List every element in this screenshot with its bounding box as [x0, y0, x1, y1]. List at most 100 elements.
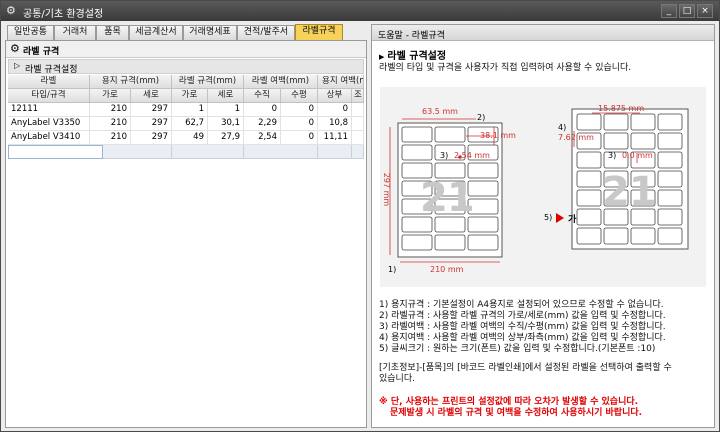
- grid-cell[interactable]: 30,1: [208, 117, 244, 131]
- new-row-cell[interactable]: [172, 145, 244, 159]
- label-cell: [630, 113, 656, 131]
- new-row-cell[interactable]: [318, 145, 352, 159]
- title-bar: ⚙ 공통/기초 환경설정 _ □ ×: [1, 1, 719, 21]
- new-row-cell[interactable]: [244, 145, 318, 159]
- label-cell: [603, 113, 629, 131]
- new-row-cell[interactable]: [103, 145, 172, 159]
- grid-cell[interactable]: 1: [172, 103, 208, 117]
- grid-cell[interactable]: 62,7: [172, 117, 208, 131]
- grid-cell[interactable]: 10,8: [318, 117, 352, 131]
- grid-group-header: 라벨: [8, 75, 90, 89]
- label-cell: [657, 151, 683, 169]
- tab-label-spec[interactable]: 라벨규격: [295, 24, 343, 40]
- maximize-button[interactable]: □: [679, 4, 695, 18]
- grid-cell[interactable]: 0: [281, 103, 318, 117]
- dim-label-gap-right: 0.0 mm: [622, 151, 653, 160]
- label-cell: [657, 113, 683, 131]
- grid-group-header: 용지 규격(mm): [90, 75, 172, 89]
- grid-cell[interactable]: 297: [131, 103, 172, 117]
- label-cell: [401, 234, 433, 251]
- grid-cell[interactable]: 210: [90, 103, 131, 117]
- settings-window: ⚙ 공통/기초 환경설정 _ □ × 일반공통 거래처 품목 세금계산서 거래명…: [0, 0, 720, 432]
- grid-cell[interactable]: 0: [281, 117, 318, 131]
- tab-quote-order[interactable]: 견적/발주서: [237, 25, 295, 40]
- label-count-left: 21: [420, 175, 475, 221]
- label-cell: [603, 227, 629, 245]
- grid-column-header[interactable]: 가로: [172, 89, 208, 103]
- new-row-cell[interactable]: [352, 145, 364, 159]
- expand-arrow-icon: ▷: [14, 61, 21, 70]
- help-panel: 도움말 - 라벨규격 ▶ 라벨 규격설정 라벨의 타입 및 규격을 사용자가 직접…: [371, 24, 715, 428]
- section-title: 라벨 규격: [23, 47, 60, 57]
- new-row-input[interactable]: [8, 145, 103, 159]
- help-header: 도움말 - 라벨규격: [372, 25, 714, 41]
- grid-cell[interactable]: 12111: [8, 103, 90, 117]
- dim-label-height: 38.1 mm: [480, 131, 516, 140]
- grid-column-header[interactable]: 세로: [208, 89, 244, 103]
- subsection-header[interactable]: ▷ 라벨 규격설정: [8, 59, 364, 75]
- label-count-right: 21: [602, 169, 657, 215]
- tab-items[interactable]: 품목: [96, 25, 129, 40]
- label-cell: [630, 132, 656, 150]
- grid-cell[interactable]: 210: [90, 117, 131, 131]
- grid-cell[interactable]: 1: [208, 103, 244, 117]
- minimize-button[interactable]: _: [661, 4, 677, 18]
- label-cell: [576, 189, 602, 207]
- grid-cell[interactable]: 0: [244, 103, 281, 117]
- tab-statement[interactable]: 거래명세표: [183, 25, 237, 40]
- grid-column-header[interactable]: 조: [352, 89, 364, 103]
- grid-column-header[interactable]: 상부: [318, 89, 352, 103]
- grid-column-header[interactable]: 타입/규격: [8, 89, 90, 103]
- grid-cell[interactable]: 2,29: [244, 117, 281, 131]
- grid-cell[interactable]: AnyLabel V3350: [8, 117, 90, 131]
- help-intro: 라벨의 타입 및 규격을 사용자가 직접 입력하여 사용할 수 있습니다.: [379, 63, 632, 73]
- grid-column-header[interactable]: 수직: [244, 89, 281, 103]
- marker-4: 4): [558, 123, 567, 132]
- font-sample: 가: [568, 215, 577, 225]
- close-button[interactable]: ×: [697, 4, 713, 18]
- help-title-text: 라벨 규격설정: [387, 51, 447, 62]
- gear-icon: ⚙: [6, 4, 16, 17]
- dim-label-width: 63.5 mm: [422, 107, 458, 116]
- grid-group-header: 용지 여백(m: [318, 75, 364, 89]
- label-cell: [576, 227, 602, 245]
- label-cell: [401, 126, 433, 143]
- grid-column-header[interactable]: 수평: [281, 89, 318, 103]
- note-1: 1) 용지규격 : 기본설정이 A4용지로 설정되어 있으므로 수정할 수 없습…: [379, 300, 664, 310]
- label-cell: [657, 132, 683, 150]
- grid-cell[interactable]: 0: [318, 103, 352, 117]
- grid-cell[interactable]: 0: [281, 131, 318, 145]
- grid-cell[interactable]: [352, 131, 364, 145]
- label-cell: [576, 151, 602, 169]
- marker-2: 2): [477, 113, 486, 122]
- grid-cell[interactable]: 297: [131, 131, 172, 145]
- tab-tax-invoice[interactable]: 세금계산서: [129, 25, 183, 40]
- label-spec-figure: 21 21 63.5 mm 2) 38.1 mm 3) 2.54 mm 297 …: [380, 87, 706, 287]
- warning-line-2: 문제발생 시 라벨의 규격 및 여백을 수정하여 사용하시기 바랍니다.: [390, 408, 643, 418]
- note-2: 2) 라벨규격 : 사용할 라벨 규격의 가로/세로(mm) 값을 입력 및 수…: [379, 311, 666, 321]
- grid-column-header[interactable]: 가로: [90, 89, 131, 103]
- grid-cell[interactable]: [352, 103, 364, 117]
- label-cell: [657, 170, 683, 188]
- note-5: 5) 글씨크기 : 원하는 크기(폰트) 값을 입력 및 수정합니다.(기본폰트…: [379, 344, 656, 354]
- marker-5: 5): [544, 213, 553, 222]
- label-cell: [576, 113, 602, 131]
- tab-general[interactable]: 일반공통: [7, 25, 54, 40]
- help-header-title: 도움말 - 라벨규격: [378, 31, 445, 41]
- grid-cell[interactable]: AnyLabel V3410: [8, 131, 90, 145]
- section-header: ⚙ 라벨 규격: [6, 41, 366, 58]
- marker-3-right: 3): [608, 151, 617, 160]
- label-cell: [576, 208, 602, 226]
- grid-cell[interactable]: 2,54: [244, 131, 281, 145]
- grid-cell[interactable]: 210: [90, 131, 131, 145]
- grid-column-header[interactable]: 세로: [131, 89, 172, 103]
- tab-customers[interactable]: 거래처: [54, 25, 96, 40]
- label-cell: [657, 189, 683, 207]
- grid-cell[interactable]: [352, 117, 364, 131]
- grid-cell[interactable]: 11,11: [318, 131, 352, 145]
- grid-cell[interactable]: 49: [172, 131, 208, 145]
- grid-cell[interactable]: 27,9: [208, 131, 244, 145]
- gear-icon: ⚙: [10, 42, 20, 55]
- info-line-1: [기초정보]-[품목]의 [바코드 라벨인쇄]에서 설정된 라벨을 선택하여 출…: [379, 363, 672, 373]
- grid-cell[interactable]: 297: [131, 117, 172, 131]
